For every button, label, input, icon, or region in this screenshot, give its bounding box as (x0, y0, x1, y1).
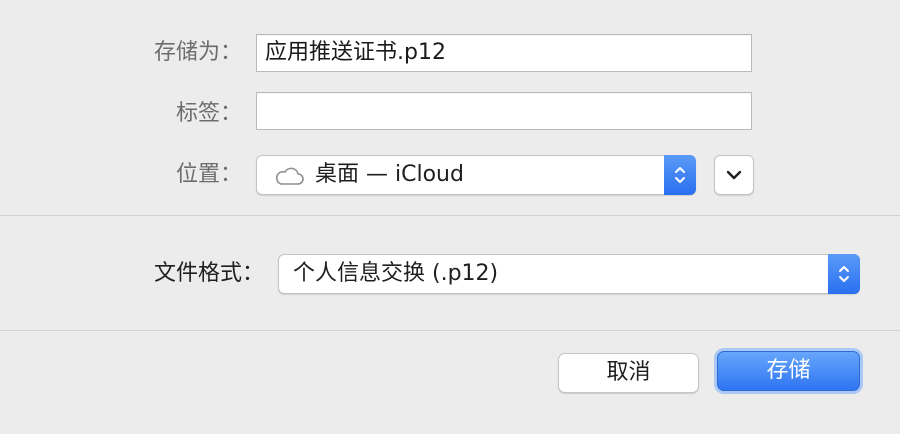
file-format-popup[interactable]: 个人信息交换 (.p12) (278, 254, 860, 294)
file-format-value: 个人信息交换 (.p12) (293, 261, 499, 286)
location-stepper-icon (664, 155, 696, 195)
separator (0, 215, 900, 216)
chevron-down-icon (725, 169, 743, 181)
save-button[interactable]: 存储 (717, 351, 860, 391)
tags-field[interactable] (256, 92, 752, 130)
location-label: 位置： (175, 162, 242, 187)
tags-label: 标签： (175, 101, 242, 126)
cancel-button[interactable]: 取消 (558, 353, 699, 393)
cloud-icon (273, 165, 305, 187)
save-as-field[interactable]: 应用推送证书.p12 (256, 34, 752, 72)
file-format-stepper-icon (828, 254, 860, 294)
location-popup[interactable]: 桌面 — iCloud (256, 155, 696, 195)
file-format-label: 文件格式： (153, 261, 264, 286)
location-value: 桌面 — iCloud (315, 162, 464, 187)
save-dialog: 存储为： 应用推送证书.p12 标签： 位置： 桌面 — iCloud 文件格式… (0, 0, 900, 434)
expand-button[interactable] (714, 155, 754, 195)
separator (0, 330, 900, 331)
save-as-label: 存储为： (153, 40, 242, 65)
